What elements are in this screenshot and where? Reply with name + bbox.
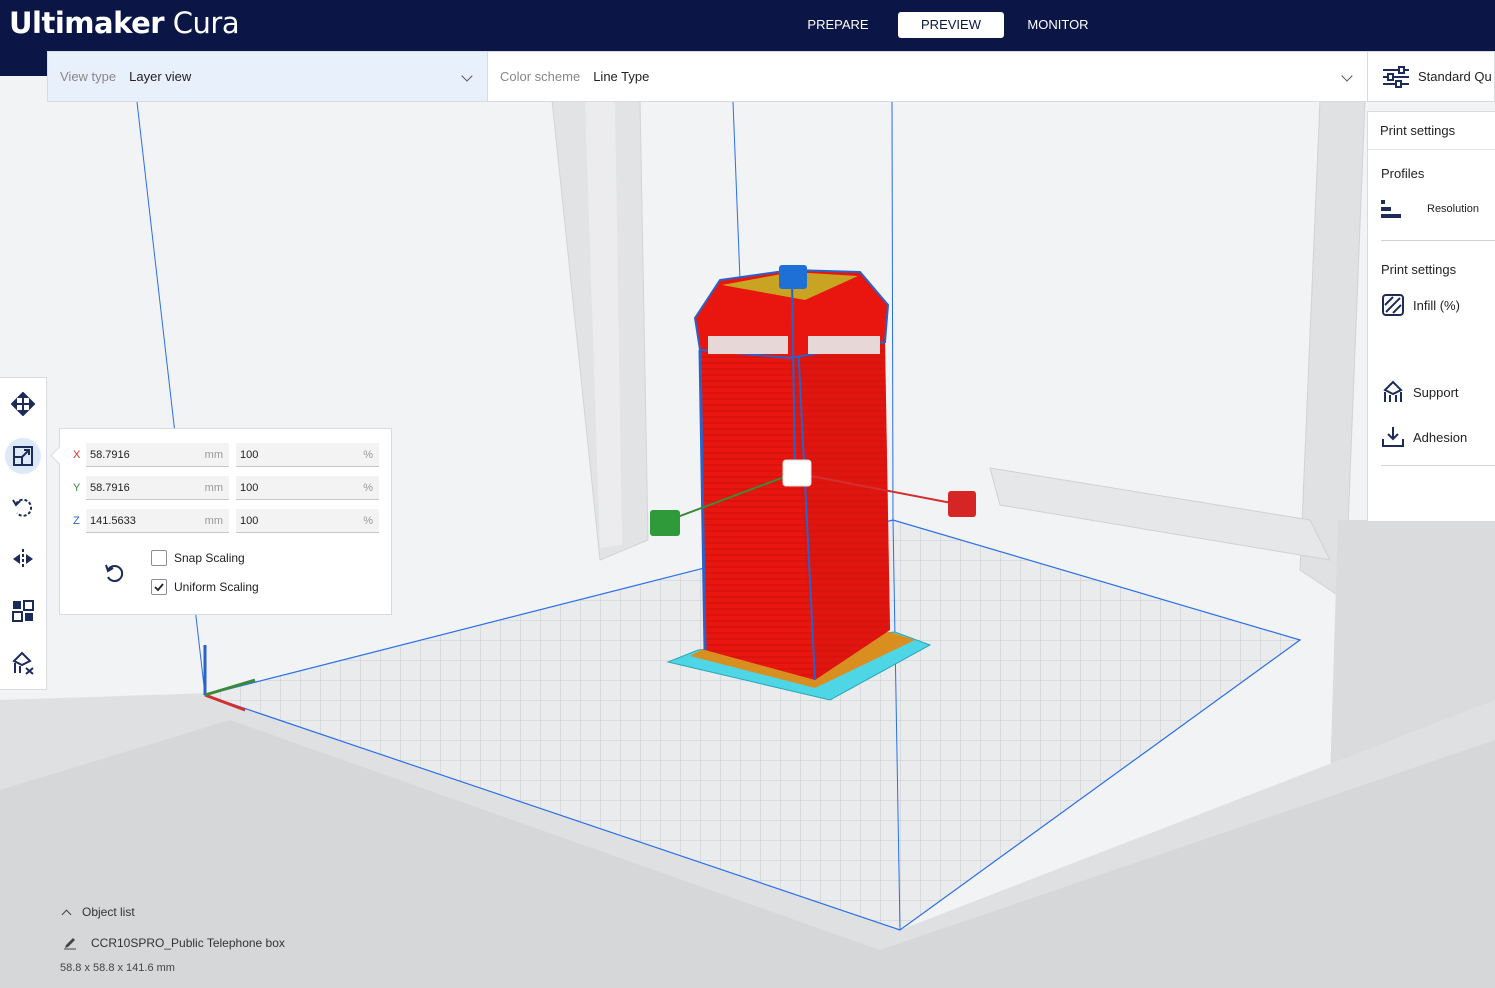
uniform-scaling-label: Uniform Scaling bbox=[174, 580, 259, 594]
reset-icon bbox=[105, 564, 124, 582]
object-list-toggle[interactable]: Object list bbox=[58, 905, 135, 919]
app-logo: Ultimaker Cura bbox=[9, 6, 240, 40]
print-settings-heading: Print settings bbox=[1381, 262, 1457, 277]
print-settings-title: Print settings bbox=[1368, 112, 1495, 150]
tab-prepare[interactable]: PREPARE bbox=[795, 12, 881, 38]
sliders-icon bbox=[1383, 65, 1409, 88]
view-type-value: Layer view bbox=[129, 69, 192, 84]
scale-tool[interactable] bbox=[5, 438, 41, 474]
scale-icon bbox=[13, 446, 33, 466]
divider bbox=[1381, 240, 1495, 241]
percent-x-input[interactable]: 100% bbox=[236, 443, 379, 467]
color-scheme-value: Line Type bbox=[593, 69, 650, 84]
percent-y-input[interactable]: 100% bbox=[236, 476, 379, 500]
size-y-input[interactable]: 58.7916 mm bbox=[86, 476, 229, 500]
object-dimensions: 58.8 x 58.8 x 141.6 mm bbox=[60, 962, 175, 974]
support-label: Support bbox=[1413, 384, 1459, 400]
profiles-heading: Profiles bbox=[1381, 166, 1425, 181]
infill-setting[interactable]: Infill (%) bbox=[1381, 294, 1460, 316]
axis-z-label: Z bbox=[73, 515, 80, 527]
infill-icon bbox=[1382, 294, 1404, 316]
mirror-icon bbox=[13, 549, 33, 569]
adhesion-icon bbox=[1382, 427, 1404, 447]
checkmark-icon bbox=[154, 583, 164, 592]
resolution-icon bbox=[1381, 200, 1401, 218]
tab-monitor[interactable]: MONITOR bbox=[1005, 12, 1111, 38]
support-blocker-icon bbox=[12, 651, 34, 675]
uniform-scaling-checkbox[interactable]: Uniform Scaling bbox=[151, 579, 259, 595]
object-list: Object list CCR10SPRO_Public Telephone b… bbox=[58, 905, 358, 980]
tab-preview[interactable]: PREVIEW bbox=[898, 12, 1004, 38]
view-type-label: View type bbox=[60, 69, 117, 84]
chevron-up-icon bbox=[61, 909, 72, 919]
pencil-icon bbox=[64, 938, 76, 950]
object-list-item[interactable]: CCR10SPRO_Public Telephone box bbox=[63, 936, 285, 950]
snap-scaling-checkbox[interactable]: Snap Scaling bbox=[151, 550, 245, 566]
move-tool[interactable] bbox=[5, 386, 41, 422]
support-icon bbox=[1383, 380, 1403, 402]
move-icon bbox=[11, 392, 35, 416]
tool-toolbar bbox=[0, 377, 47, 690]
object-name: CCR10SPRO_Public Telephone box bbox=[91, 936, 285, 950]
checkbox-box bbox=[151, 550, 167, 566]
per-model-settings-icon bbox=[12, 600, 34, 622]
checkbox-box bbox=[151, 579, 167, 595]
support-setting[interactable]: Support bbox=[1381, 380, 1459, 404]
stage-tabs: PREPARE PREVIEW MONITOR bbox=[795, 12, 1112, 38]
size-z-input[interactable]: 141.5633 mm bbox=[86, 509, 229, 533]
scale-tool-panel: X 58.7916 mm 100% Y 58.7916 mm 100% Z 141.… bbox=[59, 428, 392, 615]
adhesion-setting[interactable]: Adhesion bbox=[1381, 425, 1467, 449]
view-type-dropdown[interactable]: View type Layer view bbox=[48, 52, 488, 101]
chevron-down-icon bbox=[1341, 70, 1353, 82]
percent-z-input[interactable]: 100% bbox=[236, 509, 379, 533]
color-scheme-label: Color scheme bbox=[500, 69, 581, 84]
adhesion-label: Adhesion bbox=[1413, 429, 1468, 445]
per-model-settings-tool[interactable] bbox=[5, 593, 41, 629]
support-blocker-tool[interactable] bbox=[5, 645, 41, 681]
resolution-label: Resolution bbox=[1427, 203, 1479, 215]
rotate-icon bbox=[12, 498, 33, 517]
infill-label: Infill (%) bbox=[1413, 297, 1460, 313]
print-setup-button[interactable]: Standard Qu bbox=[1368, 51, 1495, 102]
reset-scale-button[interactable] bbox=[100, 559, 128, 587]
top-bar: Ultimaker Cura PREPARE PREVIEW MONITOR bbox=[0, 0, 1495, 51]
chevron-down-icon bbox=[461, 70, 473, 82]
view-options-bar: View type Layer view Color scheme Line T… bbox=[47, 51, 1368, 102]
divider bbox=[1381, 465, 1495, 466]
resolution-setting[interactable]: Resolution bbox=[1381, 198, 1479, 220]
size-x-input[interactable]: 58.7916 mm bbox=[86, 443, 229, 467]
object-list-heading: Object list bbox=[82, 905, 135, 919]
axis-y-label: Y bbox=[73, 482, 81, 494]
mirror-tool[interactable] bbox=[5, 541, 41, 577]
rotate-tool[interactable] bbox=[5, 489, 41, 525]
axis-x-label: X bbox=[73, 449, 81, 461]
header-strip bbox=[0, 51, 48, 76]
color-scheme-dropdown[interactable]: Color scheme Line Type bbox=[488, 52, 1367, 101]
print-setup-label: Standard Qu bbox=[1418, 69, 1492, 84]
print-settings-panel: Print settings Profiles Resolution Print… bbox=[1367, 111, 1495, 522]
snap-scaling-label: Snap Scaling bbox=[174, 551, 245, 565]
